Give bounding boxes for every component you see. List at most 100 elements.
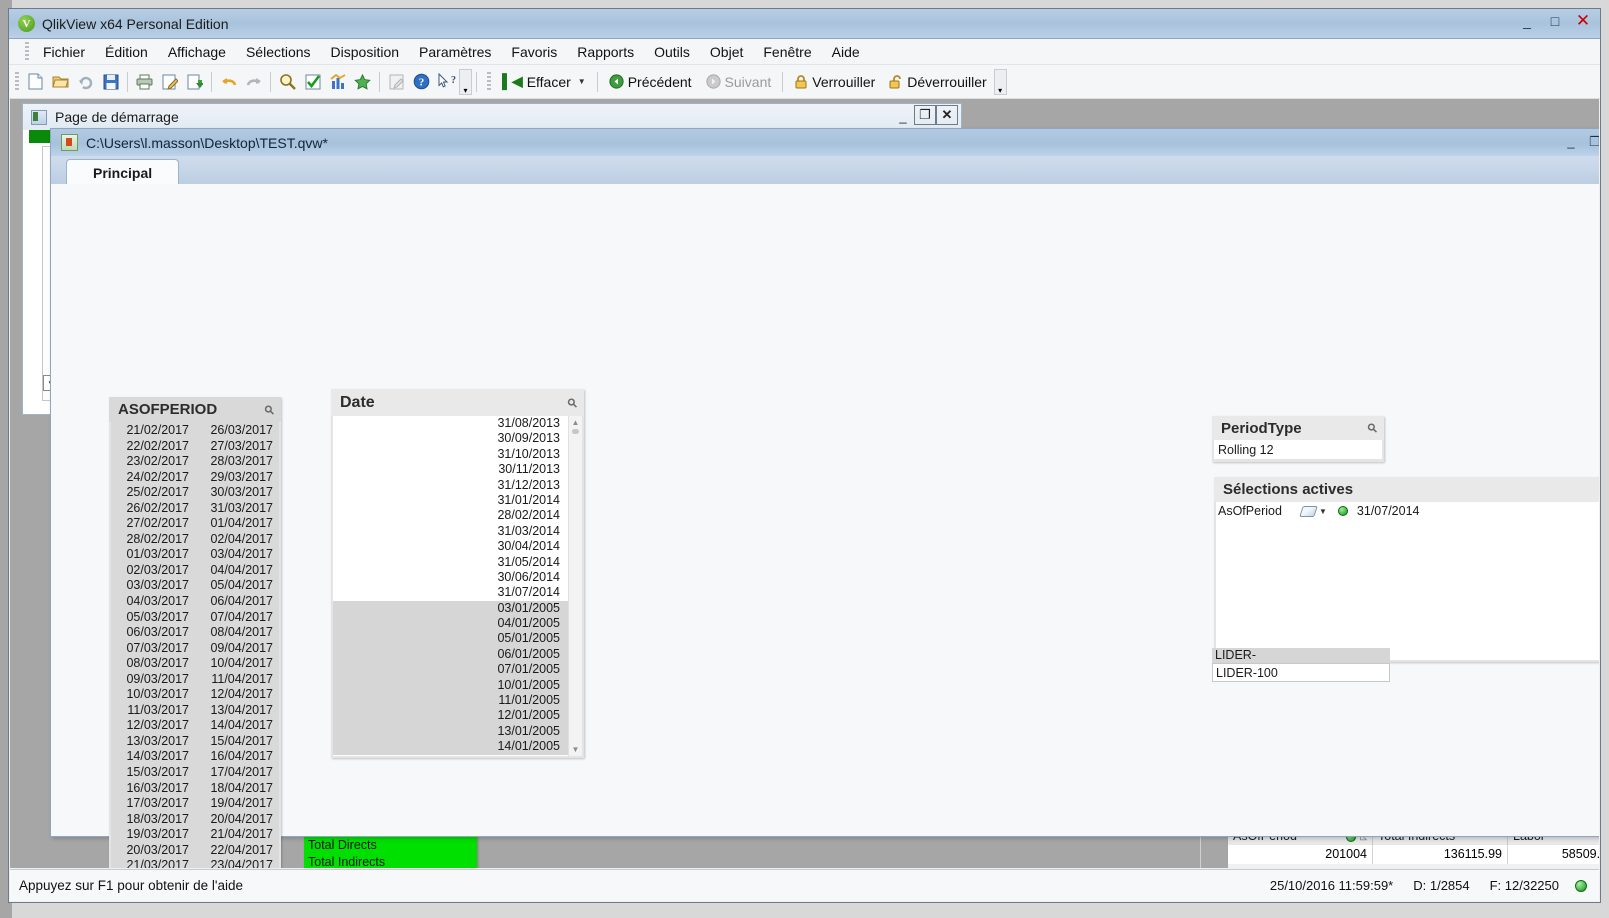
list-item[interactable]: 30/04/2014: [333, 539, 582, 554]
listbox-asofperiod-rows[interactable]: 21/02/2017 26/03/2017 22/02/2017 27/03/2017…: [111, 422, 279, 868]
menu-affichage[interactable]: Affichage: [158, 41, 236, 63]
scrollbar-thumb[interactable]: [572, 429, 579, 434]
list-item[interactable]: 27/02/2017 01/04/2017: [111, 516, 279, 532]
search-icon[interactable]: [276, 70, 299, 93]
list-item[interactable]: 31/08/2013: [333, 416, 582, 431]
list-item-excluded[interactable]: 07/01/2005: [333, 662, 582, 678]
listbox-asofperiod-body[interactable]: 21/02/2017 26/03/2017 22/02/2017 27/03/2017…: [111, 422, 279, 868]
start-page-maximize-button[interactable]: ❐: [914, 105, 936, 125]
list-item[interactable]: 25/02/2017 30/03/2017: [111, 485, 279, 501]
list-item[interactable]: 18/03/2017 20/04/2017: [111, 812, 279, 828]
list-item[interactable]: 01/03/2017 03/04/2017: [111, 547, 279, 563]
reload-icon[interactable]: [74, 70, 97, 93]
new-document-icon[interactable]: [24, 70, 47, 93]
export-icon[interactable]: [183, 70, 206, 93]
menu-outils[interactable]: Outils: [644, 41, 700, 63]
search-icon[interactable]: ⚲: [565, 394, 581, 410]
list-item[interactable]: 11/03/2017 13/04/2017: [111, 703, 279, 719]
menubar-grip[interactable]: [25, 41, 29, 62]
chart-icon[interactable]: [326, 70, 349, 93]
cell-labor[interactable]: 58509.35: [1508, 845, 1599, 864]
chevron-down-icon[interactable]: ▼: [578, 77, 586, 86]
open-document-icon[interactable]: [49, 70, 72, 93]
list-item[interactable]: 14/03/2017 16/04/2017: [111, 749, 279, 765]
eraser-icon[interactable]: [1299, 505, 1318, 517]
print-icon[interactable]: [133, 70, 156, 93]
minimize-button[interactable]: _: [1514, 11, 1540, 31]
toolbar-grip-1[interactable]: [15, 71, 19, 92]
design-grid-icon[interactable]: [385, 70, 408, 93]
toolbar-overflow-button-2[interactable]: ▾: [993, 68, 1007, 95]
list-item[interactable]: 17/03/2017 19/04/2017: [111, 796, 279, 812]
list-item[interactable]: 09/03/2017 11/04/2017: [111, 672, 279, 688]
document-maximize-button[interactable]: ❐: [1583, 131, 1599, 152]
search-icon[interactable]: ⚲: [1365, 420, 1381, 436]
start-page-minimize-button[interactable]: _: [892, 105, 914, 127]
save-icon[interactable]: [99, 70, 122, 93]
list-item[interactable]: Total Directs: [304, 837, 477, 854]
listbox-lider[interactable]: LIDER- LIDER-100: [1212, 648, 1390, 684]
listbox-lider-value[interactable]: LIDER-100: [1212, 663, 1390, 682]
list-item[interactable]: 15/03/2017 17/04/2017: [111, 765, 279, 781]
listbox-date[interactable]: Date ⚲ 31/08/2013 30/09/2013 31/10/2013 30/…: [331, 389, 584, 758]
list-item[interactable]: 21/03/2017 23/04/2017: [111, 858, 279, 868]
list-item-excluded[interactable]: 11/01/2005: [333, 693, 582, 709]
listbox-date-rows[interactable]: 31/08/2013 30/09/2013 31/10/2013 30/11/2013…: [333, 416, 582, 755]
list-item[interactable]: 05/03/2017 07/04/2017: [111, 610, 279, 626]
scroll-down-button[interactable]: ▼: [570, 744, 581, 755]
listbox-date-body[interactable]: 31/08/2013 30/09/2013 31/10/2013 30/11/2013…: [333, 416, 582, 756]
menu-fenetre[interactable]: Fenêtre: [753, 41, 821, 63]
list-item-excluded[interactable]: 14/01/2005: [333, 739, 582, 755]
list-item[interactable]: 24/02/2017 29/03/2017: [111, 470, 279, 486]
list-item[interactable]: 10/03/2017 12/04/2017: [111, 687, 279, 703]
forward-button[interactable]: Suivant: [699, 71, 779, 93]
menu-selections[interactable]: Sélections: [236, 41, 321, 63]
menu-fichier[interactable]: Fichier: [33, 41, 95, 63]
clear-button[interactable]: ▌◀ Effacer ▼: [495, 70, 593, 93]
list-item[interactable]: 08/03/2017 10/04/2017: [111, 656, 279, 672]
list-item-excluded[interactable]: 03/01/2005: [333, 600, 582, 617]
search-icon[interactable]: ⚲: [262, 401, 278, 417]
list-item[interactable]: 28/02/2014: [333, 508, 582, 523]
list-item-excluded[interactable]: 04/01/2005: [333, 616, 582, 632]
lock-button[interactable]: Verrouiller: [787, 71, 882, 93]
listbox-periodtype-value[interactable]: Rolling 12: [1214, 440, 1382, 459]
chevron-down-icon[interactable]: ▼: [1319, 507, 1327, 516]
selection-row[interactable]: AsOfPeriod ▼ 31/07/2014: [1216, 502, 1599, 520]
list-item[interactable]: Total Indirects: [304, 854, 477, 869]
start-page-close-button[interactable]: ✕: [936, 105, 958, 125]
list-item-excluded[interactable]: 06/01/2005: [333, 646, 582, 663]
list-item[interactable]: 31/07/2014: [333, 585, 582, 600]
list-item[interactable]: 30/09/2013: [333, 431, 582, 446]
list-item[interactable]: 30/11/2013: [333, 462, 582, 477]
menu-parametres[interactable]: Paramètres: [409, 41, 501, 63]
list-item[interactable]: 28/02/2017 02/04/2017: [111, 532, 279, 548]
menu-objet[interactable]: Objet: [700, 41, 753, 63]
list-item[interactable]: 13/03/2017 15/04/2017: [111, 734, 279, 750]
menu-rapports[interactable]: Rapports: [567, 41, 644, 63]
tab-principal[interactable]: Principal: [66, 159, 180, 185]
list-item[interactable]: 03/03/2017 05/04/2017: [111, 578, 279, 594]
toolbar-overflow-button[interactable]: ▾: [459, 68, 472, 95]
menu-favoris[interactable]: Favoris: [501, 41, 567, 63]
listbox-asofperiod[interactable]: ASOFPERIOD ⚲ 21/02/2017 26/03/2017 22/02/2…: [109, 397, 281, 868]
cell-total-indirects[interactable]: 136115.99: [1373, 845, 1508, 864]
list-item[interactable]: 12/03/2017 14/04/2017: [111, 718, 279, 734]
toolbar-grip-2[interactable]: [487, 71, 491, 92]
expression-selection-box[interactable]: Total Directs Total Indirects Total Othe…: [304, 835, 477, 868]
list-item-excluded[interactable]: 05/01/2005: [333, 631, 582, 647]
menu-disposition[interactable]: Disposition: [321, 41, 409, 63]
list-item[interactable]: 31/10/2013: [333, 447, 582, 462]
table-row[interactable]: 201004 136115.99 58509.35: [1228, 845, 1599, 864]
list-item[interactable]: 31/05/2014: [333, 555, 582, 570]
edit-script-icon[interactable]: [158, 70, 181, 93]
current-selections-box[interactable]: Sélections actives AsOfPeriod ▼ 31/07/20…: [1214, 477, 1599, 662]
listbox-periodtype[interactable]: PeriodType ⚲ Rolling 12: [1212, 416, 1384, 462]
list-item[interactable]: 07/03/2017 09/04/2017: [111, 641, 279, 657]
list-item[interactable]: 20/03/2017 22/04/2017: [111, 843, 279, 859]
list-item[interactable]: 02/03/2017 04/04/2017: [111, 563, 279, 579]
bookmark-icon[interactable]: [351, 70, 374, 93]
maximize-button[interactable]: □: [1542, 11, 1568, 31]
list-item-excluded[interactable]: 12/01/2005: [333, 708, 582, 724]
list-item[interactable]: 23/02/2017 28/03/2017: [111, 454, 279, 470]
